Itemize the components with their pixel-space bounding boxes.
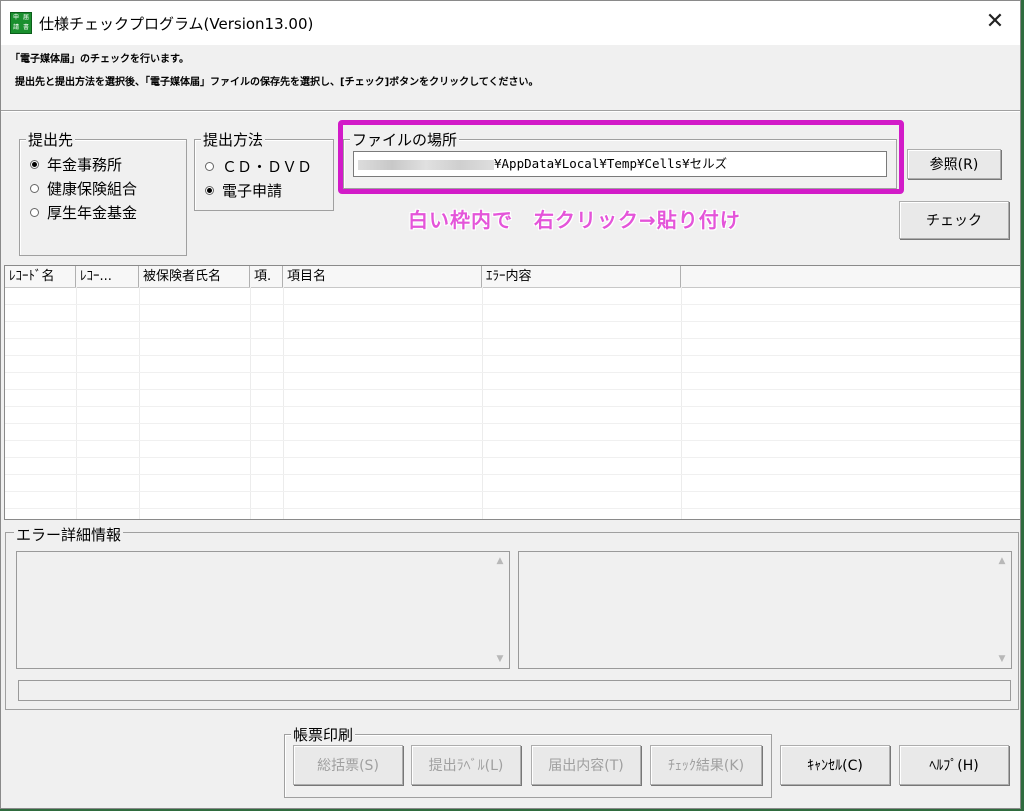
label-print-button[interactable]: 提出ﾗﾍﾞﾙ(L) — [411, 745, 521, 785]
check-button[interactable]: チェック — [899, 201, 1009, 239]
browse-button[interactable]: 参照(R) — [907, 149, 1001, 179]
error-detail-right-textarea[interactable]: ▲ ▼ — [518, 551, 1012, 669]
grid-line — [5, 491, 1020, 492]
icon-char: 申 — [12, 14, 19, 21]
content-print-button[interactable]: 届出内容(T) — [531, 745, 641, 785]
error-table[interactable]: ﾚｺｰﾄﾞ名 ﾚｺｰ... 被保険者氏名 項. 項目名 ｴﾗｰ内容 — [4, 265, 1021, 520]
radio-unchecked-icon — [30, 184, 39, 193]
cancel-button[interactable]: ｷｬﾝｾﾙ(C) — [780, 745, 890, 785]
radio-unchecked-icon — [30, 208, 39, 217]
radio-checked-icon — [205, 186, 214, 195]
grid-line — [5, 440, 1020, 441]
radio-health-insurance[interactable]: 健康保険組合 — [30, 178, 137, 199]
error-detail-left-textarea[interactable]: ▲ ▼ — [16, 551, 510, 669]
radio-label: 健康保険組合 — [47, 180, 138, 198]
grid-line — [5, 389, 1020, 390]
submit-method-group: 提出方法 ＣＤ・ＤＶＤ 電子申請 — [194, 129, 334, 211]
column-header[interactable]: 被保険者氏名 — [139, 266, 250, 287]
grid-line — [5, 474, 1020, 475]
status-field — [18, 680, 1011, 701]
radio-checked-icon — [30, 160, 39, 169]
grid-line — [5, 406, 1020, 407]
grid-line — [5, 355, 1020, 356]
instruction-line-1: 「電子媒体届」のチェックを行います。 — [10, 54, 189, 65]
scrollbar[interactable]: ▲ ▼ — [493, 554, 507, 666]
check-result-print-button[interactable]: ﾁｪｯｸ結果(K) — [650, 745, 762, 785]
grid-line — [5, 372, 1020, 373]
grid-line — [5, 508, 1020, 509]
column-header[interactable]: ﾚｺｰ... — [76, 266, 139, 287]
radio-label: ＣＤ・ＤＶＤ — [222, 158, 313, 176]
radio-label: 電子申請 — [222, 182, 283, 200]
column-header[interactable]: 項. — [250, 266, 283, 287]
print-forms-label: 帳票印刷 — [291, 724, 356, 745]
scroll-up-icon[interactable]: ▲ — [493, 556, 507, 566]
scroll-up-icon[interactable]: ▲ — [995, 556, 1009, 566]
submit-method-label: 提出方法 — [201, 129, 266, 150]
highlight-box — [338, 120, 904, 194]
radio-label: 厚生年金基金 — [47, 204, 138, 222]
column-header[interactable]: ﾚｺｰﾄﾞ名 — [5, 266, 76, 287]
column-header[interactable]: 項目名 — [283, 266, 482, 287]
column-header[interactable]: ｴﾗｰ内容 — [482, 266, 681, 287]
grid-line — [5, 321, 1020, 322]
submit-to-label: 提出先 — [26, 129, 76, 150]
radio-e-application[interactable]: 電子申請 — [205, 180, 282, 201]
icon-char: 書 — [22, 24, 29, 31]
app-icon: 申 届 請 書 — [10, 12, 32, 34]
error-detail-label: エラー詳細情報 — [14, 524, 124, 545]
radio-pension-fund[interactable]: 厚生年金基金 — [30, 202, 137, 223]
error-detail-group: エラー詳細情報 ▲ ▼ ▲ ▼ — [5, 524, 1019, 710]
main-window: 申 届 請 書 仕様チェックプログラム(Version13.00) ✕ 「電子媒… — [0, 0, 1021, 809]
grid-line — [5, 457, 1020, 458]
error-table-header: ﾚｺｰﾄﾞ名 ﾚｺｰ... 被保険者氏名 項. 項目名 ｴﾗｰ内容 — [5, 266, 1020, 288]
grid-line — [5, 304, 1020, 305]
radio-label: 年金事務所 — [47, 156, 123, 174]
annotation-text: 白い枠内で 右クリック→貼り付け — [408, 208, 741, 232]
summary-print-button[interactable]: 総括票(S) — [293, 745, 403, 785]
icon-char: 届 — [22, 14, 29, 21]
scroll-down-icon[interactable]: ▼ — [493, 654, 507, 664]
close-icon[interactable]: ✕ — [980, 9, 1010, 37]
radio-pension-office[interactable]: 年金事務所 — [30, 154, 122, 175]
divider — [1, 110, 1020, 112]
grid-line — [5, 338, 1020, 339]
grid-line — [5, 423, 1020, 424]
scrollbar[interactable]: ▲ ▼ — [995, 554, 1009, 666]
help-button[interactable]: ﾍﾙﾌﾟ(H) — [899, 745, 1009, 785]
radio-cd-dvd[interactable]: ＣＤ・ＤＶＤ — [205, 156, 312, 177]
window-title: 仕様チェックプログラム(Version13.00) — [39, 15, 314, 33]
title-bar: 申 届 請 書 仕様チェックプログラム(Version13.00) ✕ — [1, 1, 1020, 45]
submit-to-group: 提出先 年金事務所 健康保険組合 厚生年金基金 — [19, 129, 187, 256]
scroll-down-icon[interactable]: ▼ — [995, 654, 1009, 664]
radio-unchecked-icon — [205, 162, 214, 171]
instruction-line-2: 提出先と提出方法を選択後、「電子媒体届」ファイルの保存先を選択し、[チェック]ボ… — [15, 77, 539, 88]
icon-char: 請 — [12, 24, 19, 31]
